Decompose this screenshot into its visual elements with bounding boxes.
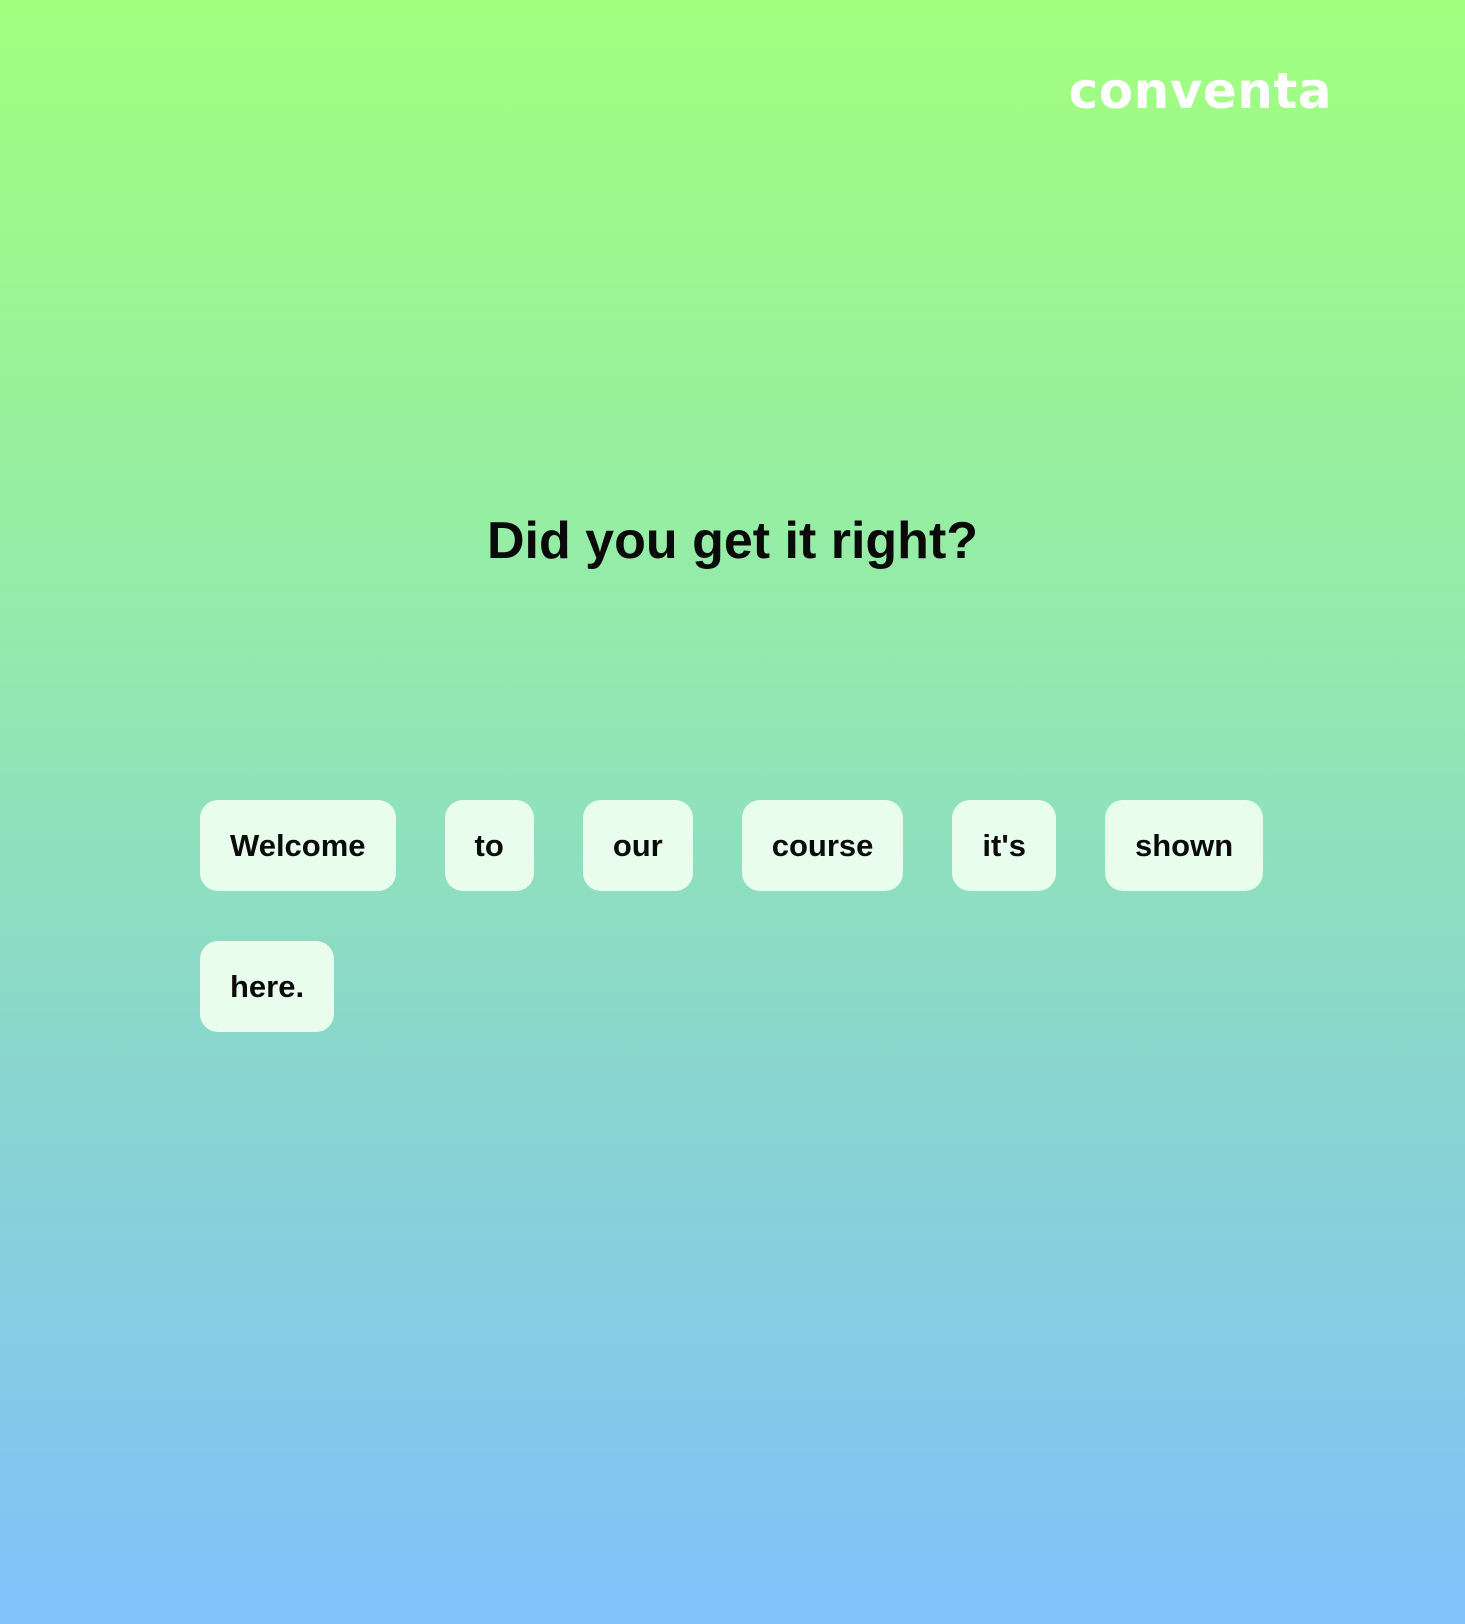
word-chip-course[interactable]: course [741, 800, 904, 891]
word-chip-shown[interactable]: shown [1104, 800, 1264, 891]
brand-logo: conventa [1068, 62, 1332, 120]
word-chip-here[interactable]: here. [200, 941, 335, 1032]
word-chip-to[interactable]: to [444, 800, 534, 891]
word-chip-our[interactable]: our [582, 800, 693, 891]
question-title: Did you get it right? [486, 512, 979, 570]
word-chip-welcome[interactable]: Welcome [200, 800, 396, 891]
word-chip-area: Welcome to our course it's shown here. [200, 800, 1265, 1032]
word-chip-its[interactable]: it's [952, 800, 1056, 891]
